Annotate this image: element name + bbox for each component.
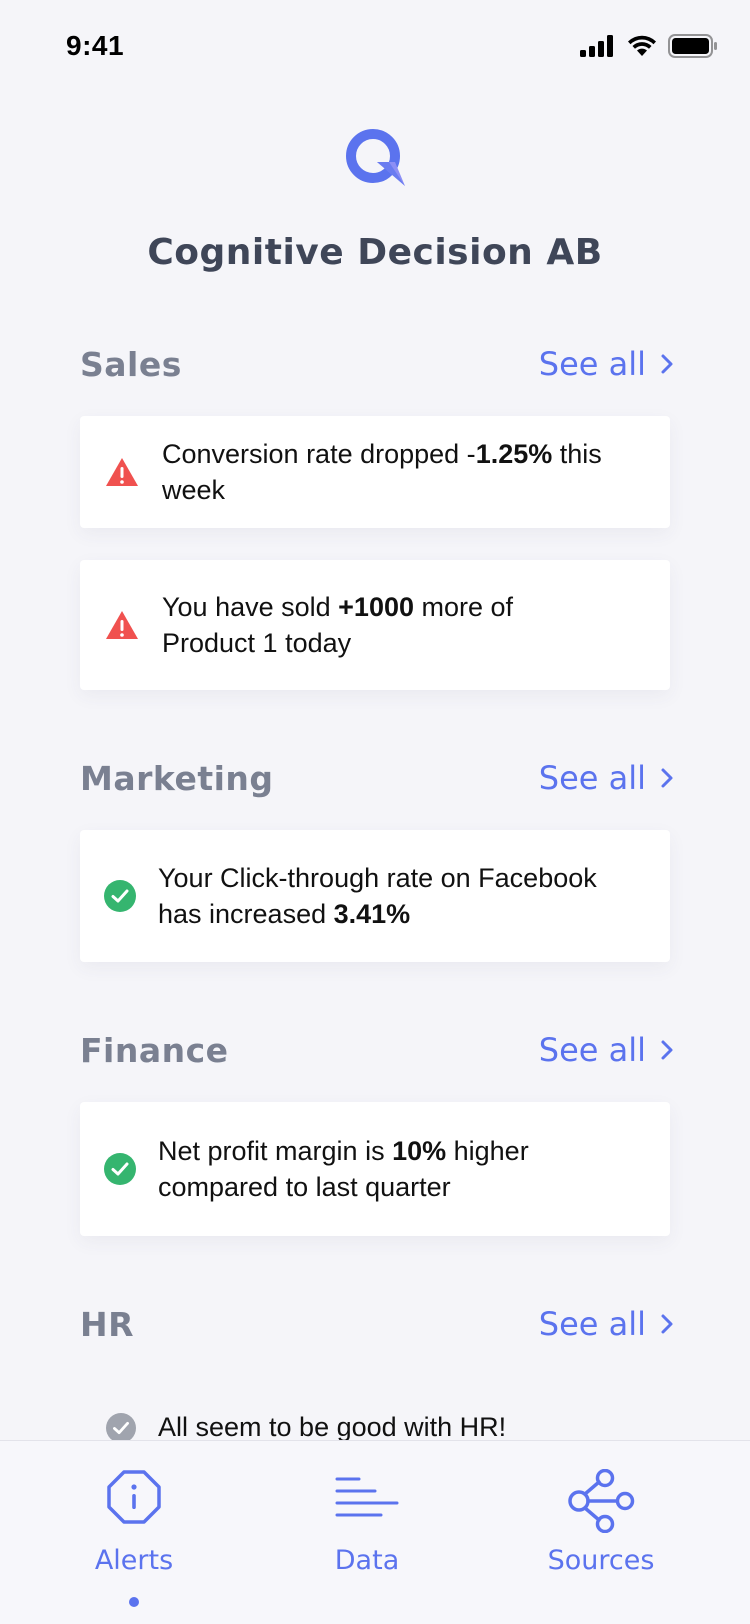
check-circle-icon (106, 1412, 136, 1443)
data-lines-icon (335, 1477, 399, 1517)
tab-alerts[interactable]: Alerts (34, 1441, 234, 1624)
tab-label: Sources (547, 1545, 655, 1576)
alert-card[interactable]: Your Click-through rate on Facebook has … (80, 830, 670, 962)
section-title: Finance (80, 1030, 229, 1070)
alert-text: You have sold +1000 more of Product 1 to… (162, 592, 514, 658)
alert-card[interactable]: Conversion rate dropped -1.25% this week (80, 416, 670, 528)
alert-text: Conversion rate dropped -1.25% this week (162, 439, 602, 505)
active-tab-indicator (129, 1597, 139, 1607)
see-all-label: See all (538, 1305, 646, 1343)
tab-data[interactable]: Data (267, 1441, 467, 1624)
section-title: Marketing (80, 758, 274, 798)
see-all-marketing-link[interactable]: See all (539, 759, 674, 797)
alert-card[interactable]: Net profit margin is 10% higher compared… (80, 1102, 670, 1236)
alert-text: All seem to be good with HR! (158, 1412, 507, 1442)
chevron-right-icon (661, 1314, 673, 1334)
tab-label: Alerts (94, 1545, 174, 1576)
alert-text: Net profit margin is 10% higher compared… (158, 1136, 529, 1202)
section-title: HR (80, 1304, 135, 1344)
alert-text: Your Click-through rate on Facebook has … (158, 863, 597, 929)
chevron-right-icon (661, 1040, 673, 1060)
section-header-finance: Finance See all (80, 1028, 674, 1072)
wifi-icon (628, 35, 656, 56)
see-all-hr-link[interactable]: See all (539, 1305, 674, 1343)
see-all-finance-link[interactable]: See all (539, 1031, 674, 1069)
alert-octagon-icon (107, 1470, 161, 1524)
status-time: 9:41 (66, 30, 125, 61)
tab-label: Data (334, 1545, 400, 1576)
sources-network-icon (568, 1469, 635, 1533)
see-all-label: See all (538, 345, 646, 383)
company-title: Cognitive Decision AB (147, 232, 603, 273)
tab-sources[interactable]: Sources (501, 1441, 701, 1624)
check-circle-icon (104, 1153, 136, 1185)
section-header-marketing: Marketing See all (80, 756, 674, 800)
status-icons (580, 34, 718, 58)
see-all-label: See all (538, 759, 646, 797)
section-header-sales: Sales See all (80, 342, 674, 386)
section-title: Sales (80, 344, 182, 384)
battery-icon (668, 34, 717, 58)
chevron-right-icon (661, 768, 673, 788)
cellular-signal-icon (580, 35, 613, 57)
see-all-label: See all (538, 1031, 646, 1069)
check-circle-icon (104, 880, 136, 912)
see-all-sales-link[interactable]: See all (539, 345, 674, 383)
hr-alert[interactable]: All seem to be good with HR! (106, 1412, 506, 1443)
warning-icon (106, 458, 138, 486)
section-header-hr: HR See all (80, 1302, 674, 1346)
warning-icon (106, 611, 138, 639)
chevron-right-icon (661, 354, 673, 374)
tab-bar: Alerts Data Sources (0, 1440, 750, 1624)
company-logo-icon (346, 129, 405, 186)
status-bar: 9:41 (0, 0, 750, 94)
alert-card[interactable]: You have sold +1000 more of Product 1 to… (80, 560, 670, 690)
